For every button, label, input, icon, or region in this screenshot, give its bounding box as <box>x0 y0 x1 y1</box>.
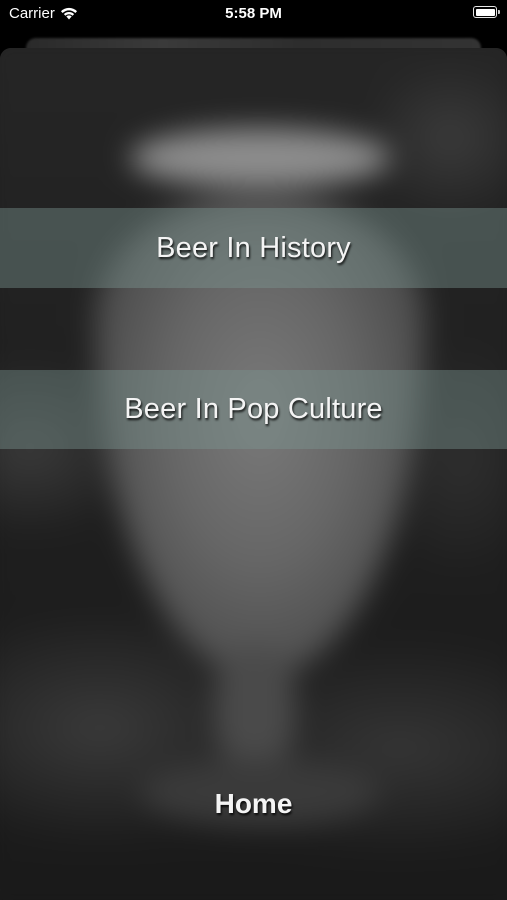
battery-level <box>475 8 495 16</box>
modal-sheet: Beer In History Beer In Pop Culture Home <box>0 48 507 900</box>
blurred-beer-glass-background <box>0 48 507 900</box>
beer-in-pop-culture-button[interactable]: Beer In Pop Culture <box>0 370 507 449</box>
status-time: 5:58 PM <box>225 5 282 22</box>
beer-in-history-label: Beer In History <box>156 231 351 264</box>
glass-rim <box>130 128 390 188</box>
home-button[interactable]: Home <box>0 788 507 820</box>
beer-in-history-button[interactable]: Beer In History <box>0 208 507 288</box>
beer-in-pop-culture-label: Beer In Pop Culture <box>124 393 383 425</box>
glass-stem <box>215 648 295 768</box>
battery-cap <box>498 10 500 14</box>
screen: Carrier 5:58 PM Beer In History Beer In … <box>0 0 507 900</box>
battery-icon <box>473 6 500 18</box>
status-bar: Carrier 5:58 PM <box>0 0 507 30</box>
